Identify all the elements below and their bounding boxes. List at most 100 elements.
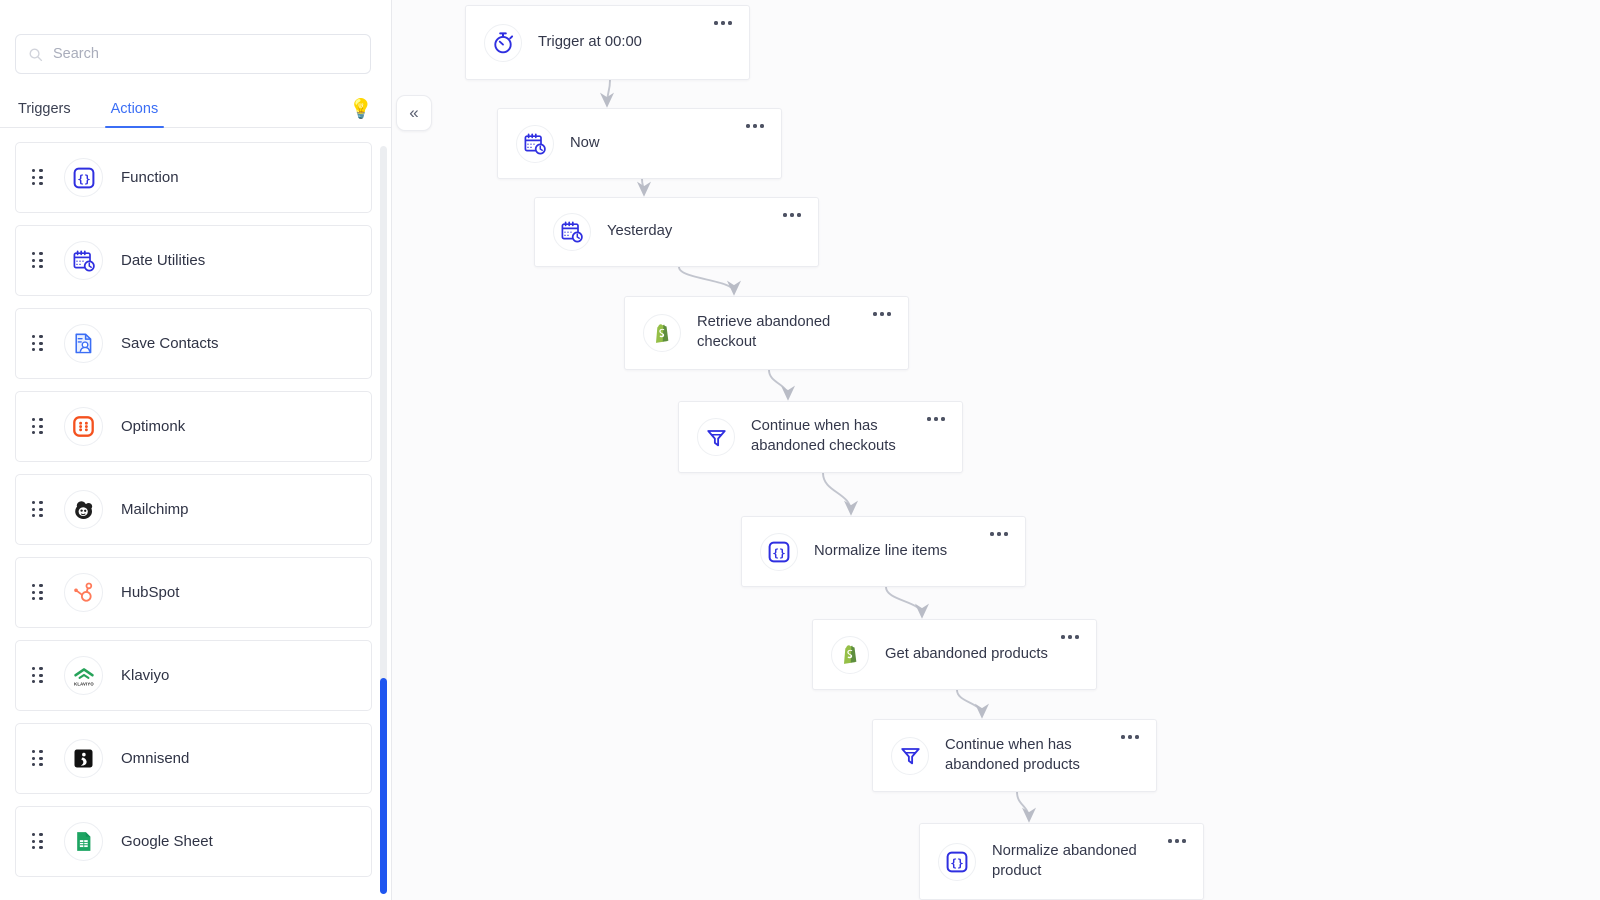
- node-menu-button[interactable]: [742, 120, 768, 132]
- search-container: [0, 0, 391, 74]
- workflow-canvas[interactable]: « Trigger at 00:00 Now Yesterday Retriev…: [392, 0, 1600, 900]
- drag-handle-icon[interactable]: [32, 252, 44, 269]
- klaviyo-icon: KLAVIYO: [64, 656, 103, 695]
- collapse-panel-button[interactable]: «: [396, 95, 432, 131]
- calendar-clock-icon: [561, 221, 583, 243]
- lightbulb-icon[interactable]: 💡: [349, 100, 373, 127]
- connector-trigger-to-now: [599, 79, 615, 108]
- connector-now-to-yesterday: [636, 178, 652, 197]
- node-normalize-product[interactable]: {} Normalize abandoned product: [919, 823, 1204, 900]
- node-title: Continue when has abandoned checkouts: [751, 418, 896, 454]
- node-now[interactable]: Now: [497, 108, 782, 179]
- search-input[interactable]: [53, 46, 358, 62]
- action-item-klaviyo[interactable]: KLAVIYO Klaviyo: [15, 640, 372, 711]
- node-menu-button[interactable]: [1057, 631, 1083, 643]
- node-retrieve-checkout[interactable]: Retrieve abandoned checkout: [624, 296, 909, 370]
- node-menu-button[interactable]: [1117, 731, 1143, 743]
- node-menu-button[interactable]: [1164, 835, 1190, 847]
- connector-continue-products-to-normalize-product: [1016, 791, 1037, 823]
- shopify-icon: [843, 645, 856, 664]
- node-title: Retrieve abandoned checkout: [697, 314, 831, 350]
- connector-get-products-to-continue-products: [956, 689, 990, 719]
- code-braces-icon: {}: [938, 842, 976, 881]
- drag-handle-icon[interactable]: [32, 418, 44, 435]
- hubspot-icon: [74, 582, 93, 602]
- filter-icon: [697, 418, 735, 456]
- code-braces-icon: {}: [73, 167, 94, 188]
- action-item-label: Omnisend: [121, 750, 190, 767]
- drag-handle-icon[interactable]: [32, 501, 44, 518]
- connector-retrieve-checkout-to-continue-checkouts: [768, 369, 796, 401]
- node-title: Normalize line items: [814, 542, 948, 559]
- action-item-optimonk[interactable]: Optimonk: [15, 391, 372, 462]
- filter-icon: [900, 748, 920, 765]
- google-sheet-icon: [64, 822, 103, 861]
- node-title: Get abandoned products: [885, 645, 1048, 662]
- action-item-label: Optimonk: [121, 418, 186, 435]
- drag-handle-icon[interactable]: [32, 169, 44, 186]
- action-item-save-contacts[interactable]: Save Contacts: [15, 308, 372, 379]
- node-title: Normalize abandoned product: [992, 842, 1137, 879]
- drag-handle-icon[interactable]: [32, 667, 44, 684]
- node-continue-checkouts[interactable]: Continue when has abandoned checkouts: [678, 401, 963, 473]
- stopwatch-icon: [494, 31, 514, 53]
- svg-text:KLAVIYO: KLAVIYO: [74, 681, 94, 686]
- code-braces-icon: {}: [768, 541, 790, 562]
- action-item-date-utilities[interactable]: Date Utilities: [15, 225, 372, 296]
- code-braces-icon: {}: [64, 158, 103, 197]
- filter-icon: [706, 429, 726, 446]
- optimonk-icon: [73, 416, 94, 437]
- action-list: {} Function Date Utilities Save Contacts…: [0, 142, 392, 900]
- connector-yesterday-to-retrieve-checkout: [678, 266, 741, 296]
- node-yesterday[interactable]: Yesterday: [534, 197, 819, 267]
- calendar-clock-icon: [524, 132, 546, 154]
- action-item-label: Klaviyo: [121, 667, 170, 684]
- search-box[interactable]: [15, 34, 371, 74]
- shopify-icon: [643, 314, 681, 352]
- node-title: Trigger at 00:00: [538, 33, 642, 50]
- node-get-products[interactable]: Get abandoned products: [812, 619, 1097, 690]
- node-title: Yesterday: [607, 223, 673, 240]
- sidebar: Triggers Actions 💡 {} Function Da: [0, 0, 392, 900]
- node-continue-products[interactable]: Continue when has abandoned products: [872, 719, 1157, 792]
- chevron-double-left-icon: «: [409, 103, 419, 122]
- action-item-omnisend[interactable]: Omnisend: [15, 723, 372, 794]
- drag-handle-icon[interactable]: [32, 833, 44, 850]
- svg-text:{}: {}: [77, 172, 90, 185]
- drag-handle-icon[interactable]: [32, 584, 44, 601]
- drag-handle-icon[interactable]: [32, 335, 44, 352]
- node-menu-button[interactable]: [986, 528, 1012, 540]
- filter-icon: [891, 736, 929, 775]
- node-menu-button[interactable]: [710, 17, 736, 29]
- tab-triggers[interactable]: Triggers: [12, 101, 77, 128]
- tab-actions[interactable]: Actions: [104, 101, 165, 128]
- node-title: Now: [570, 134, 600, 151]
- node-menu-button[interactable]: [869, 308, 895, 320]
- omnisend-icon: [74, 749, 93, 768]
- hubspot-icon: [64, 573, 103, 612]
- node-trigger[interactable]: Trigger at 00:00: [465, 5, 750, 80]
- node-normalize-line-items[interactable]: {} Normalize line items: [741, 516, 1026, 587]
- calendar-clock-icon: [553, 213, 591, 251]
- google-sheet-icon: [77, 832, 91, 851]
- svg-text:{}: {}: [950, 856, 963, 869]
- action-item-google-sheet[interactable]: Google Sheet: [15, 806, 372, 877]
- node-menu-button[interactable]: [923, 413, 949, 425]
- omnisend-icon: [64, 739, 103, 778]
- calendar-clock-icon: [73, 249, 95, 271]
- mailchimp-icon: [74, 500, 92, 519]
- connector-normalize-line-items-to-get-products: [885, 586, 930, 619]
- connector-continue-checkouts-to-normalize-line-items: [822, 472, 859, 516]
- code-braces-icon: {}: [946, 851, 968, 872]
- stopwatch-icon: [484, 23, 522, 62]
- action-item-label: Function: [121, 169, 179, 186]
- sidebar-scrollbar-thumb[interactable]: [380, 678, 387, 894]
- drag-handle-icon[interactable]: [32, 750, 44, 767]
- save-contacts-icon: [64, 324, 103, 363]
- action-item-hubspot[interactable]: HubSpot: [15, 557, 372, 628]
- action-item-function[interactable]: {} Function: [15, 142, 372, 213]
- node-menu-button[interactable]: [779, 209, 805, 221]
- action-item-mailchimp[interactable]: Mailchimp: [15, 474, 372, 545]
- svg-text:{}: {}: [772, 546, 785, 559]
- sidebar-scrollbar-track[interactable]: [380, 146, 387, 894]
